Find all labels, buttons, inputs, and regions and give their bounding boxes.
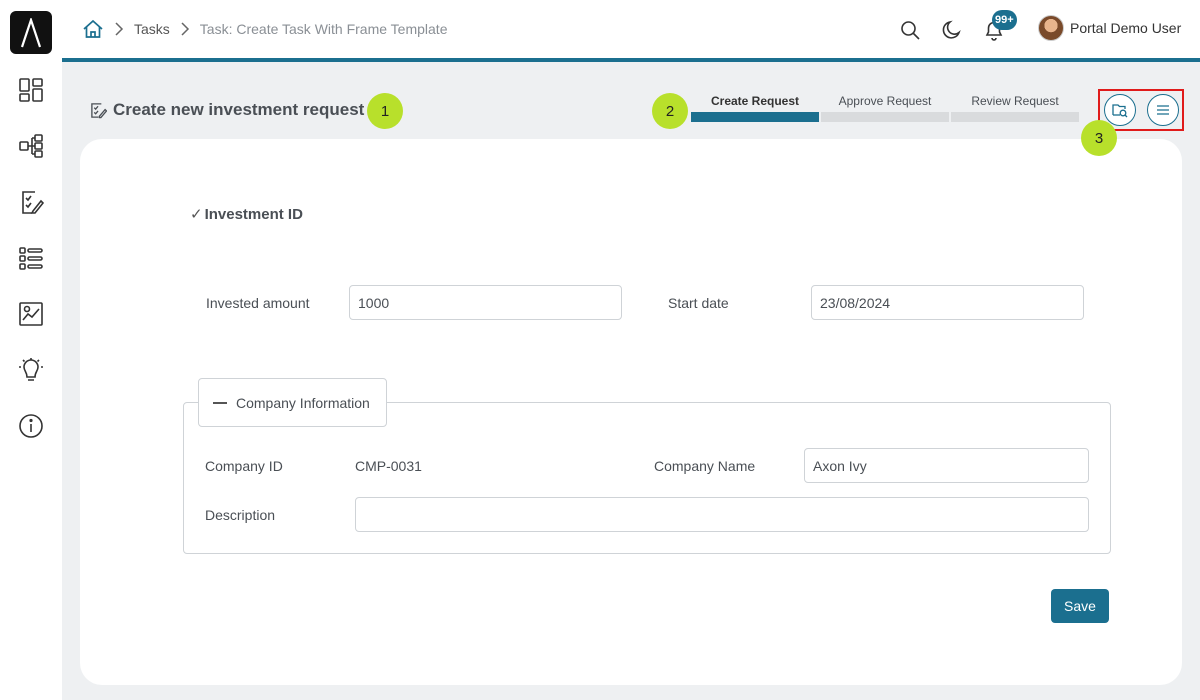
company-information-legend: Company Information bbox=[236, 394, 370, 411]
annotation-marker-2: 2 bbox=[652, 93, 688, 129]
step-bar bbox=[691, 112, 819, 122]
company-information-toggle[interactable]: Company Information bbox=[198, 378, 387, 427]
tasks-icon[interactable] bbox=[16, 187, 46, 217]
case-details-button[interactable] bbox=[1104, 94, 1136, 126]
ideas-icon[interactable] bbox=[16, 355, 46, 385]
breadcrumb-current-task: Task: Create Task With Frame Template bbox=[199, 21, 448, 37]
step-review-request[interactable]: Review Request bbox=[951, 92, 1079, 122]
step-bar bbox=[951, 112, 1079, 122]
user-menu[interactable]: Portal Demo User bbox=[1038, 15, 1181, 41]
step-bar bbox=[821, 112, 949, 122]
topbar-accent-line bbox=[62, 58, 1200, 62]
step-label: Create Request bbox=[710, 94, 800, 108]
invested-amount-label: Invested amount bbox=[206, 295, 310, 311]
page-title: Create new investment request bbox=[90, 100, 364, 120]
description-input[interactable] bbox=[355, 497, 1089, 532]
hamburger-menu-icon bbox=[1156, 104, 1170, 116]
step-label: Review Request bbox=[971, 94, 1059, 108]
annotation-marker-1: 1 bbox=[367, 93, 403, 129]
user-name: Portal Demo User bbox=[1070, 20, 1182, 36]
breadcrumb-tasks[interactable]: Tasks bbox=[134, 21, 170, 37]
statistics-icon[interactable] bbox=[16, 299, 46, 329]
search-icon[interactable] bbox=[899, 19, 921, 41]
step-label: Approve Request bbox=[838, 94, 932, 108]
task-edit-icon bbox=[90, 102, 107, 119]
company-id-label: Company ID bbox=[205, 458, 283, 474]
invested-amount-input[interactable] bbox=[349, 285, 622, 320]
sidebar bbox=[0, 0, 62, 700]
company-name-label: Company Name bbox=[654, 458, 756, 474]
start-date-input[interactable] bbox=[811, 285, 1084, 320]
cases-icon[interactable] bbox=[16, 243, 46, 273]
chevron-right-icon bbox=[114, 22, 124, 36]
dashboard-icon[interactable] bbox=[16, 75, 46, 105]
step-create-request[interactable]: Create Request bbox=[691, 92, 819, 122]
topbar: Tasks Task: Create Task With Frame Templ… bbox=[62, 0, 1200, 58]
folder-search-icon bbox=[1112, 102, 1128, 118]
company-id-value: CMP-0031 bbox=[355, 458, 422, 474]
avatar bbox=[1038, 15, 1064, 41]
section-title: ✓ Investment ID bbox=[190, 205, 303, 224]
chevron-right-icon bbox=[180, 22, 190, 36]
task-actions-menu-button[interactable] bbox=[1147, 94, 1179, 126]
info-icon[interactable] bbox=[16, 411, 46, 441]
save-button[interactable]: Save bbox=[1051, 589, 1109, 623]
checkmark-icon: ✓ bbox=[190, 206, 203, 223]
annotation-marker-3: 3 bbox=[1081, 120, 1117, 156]
start-date-label: Start date bbox=[668, 295, 729, 311]
collapse-minus-icon bbox=[213, 401, 227, 404]
notification-count-badge: 99+ bbox=[992, 10, 1017, 30]
breadcrumb: Tasks Task: Create Task With Frame Templ… bbox=[82, 18, 447, 40]
company-name-input[interactable] bbox=[804, 448, 1089, 483]
step-approve-request[interactable]: Approve Request bbox=[821, 92, 949, 122]
description-label: Description bbox=[205, 507, 276, 523]
processes-icon[interactable] bbox=[16, 131, 46, 161]
page-title-text: Create new investment request bbox=[113, 100, 365, 119]
section-title-text: Investment ID bbox=[204, 205, 303, 223]
axon-ivy-logo[interactable] bbox=[10, 11, 52, 54]
dark-mode-moon-icon[interactable] bbox=[941, 19, 963, 41]
process-steps: Create Request Approve Request Review Re… bbox=[691, 92, 1081, 122]
home-icon[interactable] bbox=[82, 18, 104, 40]
